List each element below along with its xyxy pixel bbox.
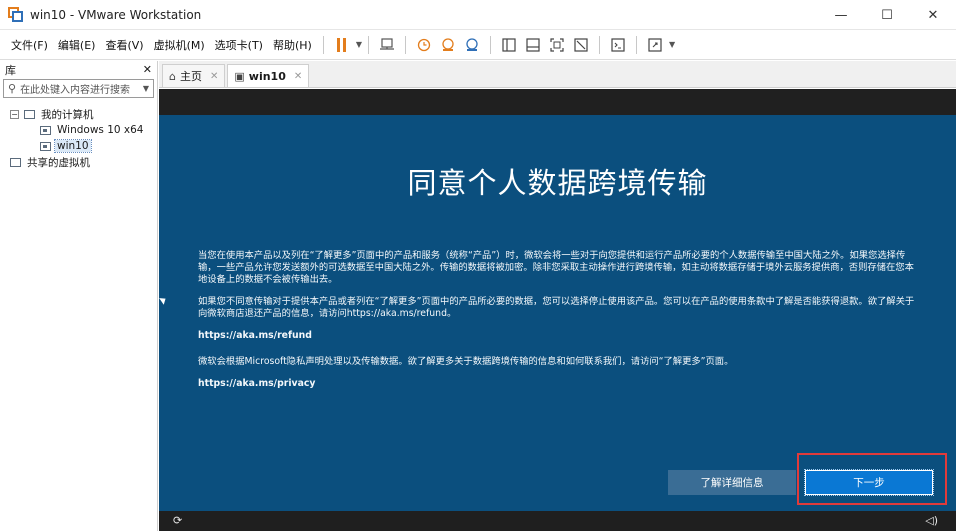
minimize-button[interactable]: — [818, 0, 864, 30]
window-controls: — ☐ ✕ [818, 0, 956, 30]
oobe-body: 当您在使用本产品以及列在“了解更多”页面中的产品和服务（统称“产品”）时，微软会… [198, 250, 918, 404]
tree-item-my-computer[interactable]: − 我的计算机 [0, 106, 157, 122]
toolbar-separator [489, 35, 491, 54]
close-button[interactable]: ✕ [910, 0, 956, 30]
oobe-paragraph: 微软会根据Microsoft隐私声明处理以及传输数据。欲了解更多关于数据跨境传输… [198, 356, 734, 367]
vmware-logo-icon [8, 6, 24, 23]
accessibility-icon[interactable]: ⟳ [173, 514, 182, 527]
shared-vm-icon [10, 157, 21, 167]
pause-dropdown-icon[interactable]: ▼ [356, 40, 362, 49]
vm-bottom-bar: ⟳ ◁) [159, 511, 956, 531]
highlight-box [797, 453, 947, 505]
oobe-title: 同意个人数据跨境传输 [407, 166, 708, 200]
menu-bar: 文件(F) 编辑(E) 查看(V) 虚拟机(M) 选项卡(T) 帮助(H) ▼ … [0, 30, 956, 60]
snapshot-icon[interactable] [414, 35, 434, 55]
tab-home[interactable]: ⌂ 主页 ✕ [162, 64, 226, 87]
window-title: win10 - VMware Workstation [30, 7, 202, 22]
library-panel: 库 ✕ ⚲ 在此处键入内容进行搜索 ▼ − 我的计算机 Windows 10 x… [0, 61, 158, 531]
pause-icon[interactable] [332, 35, 352, 55]
tab-label: win10 [248, 69, 286, 83]
toolbar-separator [367, 35, 369, 54]
toolbar-separator [635, 35, 637, 54]
stretch-view-icon[interactable] [645, 35, 665, 55]
privacy-link[interactable]: https://aka.ms/privacy [198, 378, 918, 390]
tab-strip: ⌂ 主页 ✕ ▣ win10 ✕ [159, 61, 956, 88]
tree-label: 共享的虚拟机 [27, 156, 90, 169]
tab-win10[interactable]: ▣ win10 ✕ [227, 64, 310, 87]
menu-view[interactable]: 查看(V) [100, 37, 148, 53]
collapse-icon[interactable]: − [10, 109, 19, 119]
menu-tabs[interactable]: 选项卡(T) [210, 37, 268, 53]
tab-label: 主页 [179, 70, 202, 83]
full-screen-icon[interactable] [547, 35, 567, 55]
search-dropdown-icon[interactable]: ▼ [143, 84, 149, 93]
library-tree: − 我的计算机 Windows 10 x64 win10 共享的虚拟机 [0, 106, 157, 170]
menu-file[interactable]: 文件(F) [6, 37, 53, 53]
library-search-input[interactable]: ⚲ 在此处键入内容进行搜索 ▼ [3, 79, 154, 98]
tab-close-icon[interactable]: ✕ [210, 71, 218, 82]
menu-vm[interactable]: 虚拟机(M) [149, 37, 210, 53]
library-header: 库 ✕ [0, 61, 157, 78]
tree-item-win10[interactable]: win10 [0, 138, 157, 154]
toolbar-separator [404, 35, 406, 54]
menu-edit[interactable]: 编辑(E) [53, 37, 101, 53]
library-close-button[interactable]: ✕ [143, 63, 152, 76]
send-ctrl-alt-del-icon[interactable] [377, 35, 397, 55]
vm-icon [40, 125, 51, 135]
refund-link[interactable]: https://aka.ms/refund [198, 330, 918, 342]
home-icon: ⌂ [169, 69, 176, 83]
tree-label: Windows 10 x64 [57, 124, 144, 136]
stretch-dropdown-icon[interactable]: ▼ [669, 40, 675, 49]
tree-label: 我的计算机 [41, 108, 94, 121]
revert-snapshot-icon[interactable] [438, 35, 458, 55]
snapshot-manager-icon[interactable] [462, 35, 482, 55]
tree-item-windows10-x64[interactable]: Windows 10 x64 [0, 122, 157, 138]
computer-icon [24, 109, 35, 119]
tab-close-icon[interactable]: ✕ [294, 71, 302, 82]
maximize-button[interactable]: ☐ [864, 0, 910, 30]
unity-icon[interactable] [571, 35, 591, 55]
learn-more-button[interactable]: 了解详细信息 [668, 470, 796, 495]
toolbar-separator [322, 35, 324, 54]
volume-icon[interactable]: ◁) [925, 514, 938, 527]
tree-item-shared-vms[interactable]: 共享的虚拟机 [0, 154, 157, 170]
tree-label: win10 [54, 139, 92, 153]
oobe-paragraph: 如果您不同意传输对于提供本产品或者列在“了解更多”页面中的产品所必要的数据，您可… [198, 296, 915, 319]
vm-top-bar [159, 89, 956, 115]
menu-help[interactable]: 帮助(H) [268, 37, 317, 53]
search-placeholder: 在此处键入内容进行搜索 [20, 85, 131, 96]
search-icon: ⚲ [8, 82, 17, 95]
oobe-paragraph: 当您在使用本产品以及列在“了解更多”页面中的产品和服务（统称“产品”）时，微软会… [198, 250, 914, 285]
show-library-icon[interactable] [499, 35, 519, 55]
thumbnail-bar-icon[interactable] [523, 35, 543, 55]
toolbar-separator [598, 35, 600, 54]
vm-running-icon [40, 141, 51, 151]
console-view-icon[interactable] [608, 35, 628, 55]
vm-icon: ▣ [234, 69, 245, 83]
library-title: 库 [5, 63, 16, 77]
title-bar: win10 - VMware Workstation — ☐ ✕ [0, 0, 956, 30]
oobe-screen[interactable]: 同意个人数据跨境传输 当您在使用本产品以及列在“了解更多”页面中的产品和服务（统… [159, 115, 956, 511]
